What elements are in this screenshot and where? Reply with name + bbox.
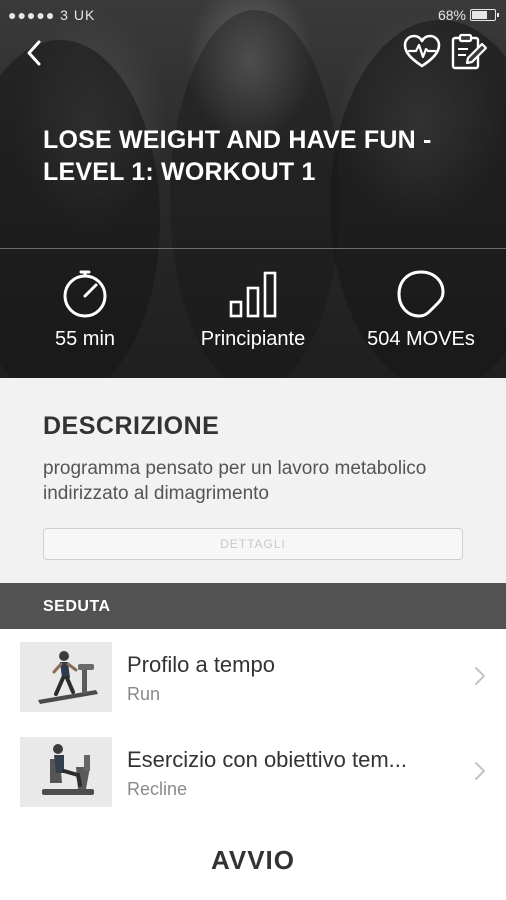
- stopwatch-icon: [63, 270, 107, 318]
- notes-button[interactable]: [448, 32, 488, 72]
- chevron-right-icon: [475, 667, 485, 685]
- hero-header: ●●●●● 3 UK 68% LOSE WEIGHT AND HAVE FUN …: [0, 0, 506, 378]
- details-button[interactable]: DETTAGLI: [43, 528, 463, 560]
- description-text: programma pensato per un lavoro metaboli…: [43, 458, 427, 504]
- treadmill-image: [20, 642, 112, 712]
- stat-level: Principiante: [178, 268, 328, 351]
- moves-circle-icon: [397, 270, 445, 318]
- stat-moves-label: 504 MOVEs: [367, 328, 475, 350]
- level-bars-icon: [229, 271, 277, 318]
- stat-duration: 55 min: [10, 268, 160, 351]
- stat-moves: 504 MOVEs: [346, 268, 496, 351]
- session-item-title: Esercizio con obiettivo tem...: [127, 747, 408, 772]
- clipboard-edit-icon: [451, 33, 488, 70]
- workout-title: LOSE WEIGHT AND HAVE FUN - LEVEL 1: WORK…: [43, 126, 432, 186]
- session-item-title: Profilo a tempo: [127, 652, 275, 677]
- description-heading: DESCRIZIONE: [43, 412, 220, 440]
- session-item-subtitle: Recline: [127, 779, 188, 799]
- session-heading: SEDUTA: [43, 598, 111, 615]
- stat-level-label: Principiante: [200, 328, 306, 350]
- description-section: DESCRIZIONE programma pensato per un lav…: [0, 378, 506, 583]
- session-item-subtitle: Run: [127, 684, 161, 704]
- chevron-right-icon: [475, 762, 485, 780]
- session-item-2[interactable]: Esercizio con obiettivo tem... Recline: [0, 737, 506, 827]
- stat-duration-label: 55 min: [54, 328, 116, 350]
- session-item-1[interactable]: Profilo a tempo Run: [0, 642, 506, 732]
- session-header: SEDUTA: [0, 583, 506, 629]
- heart-pulse-icon: [403, 34, 441, 68]
- battery-icon: [470, 9, 499, 21]
- back-chevron-icon: [27, 40, 41, 66]
- carrier-text: ●●●●● 3 UK: [8, 7, 96, 23]
- battery-status: 68%: [437, 7, 499, 23]
- hero-divider: [0, 248, 506, 249]
- battery-percent: 68%: [437, 7, 466, 23]
- status-bar: ●●●●● 3 UK 68%: [0, 0, 506, 30]
- heart-rate-button[interactable]: [402, 32, 442, 72]
- back-button[interactable]: [20, 36, 50, 70]
- recumbent-bike-image: [20, 737, 112, 807]
- start-button[interactable]: AVVIO: [0, 830, 506, 890]
